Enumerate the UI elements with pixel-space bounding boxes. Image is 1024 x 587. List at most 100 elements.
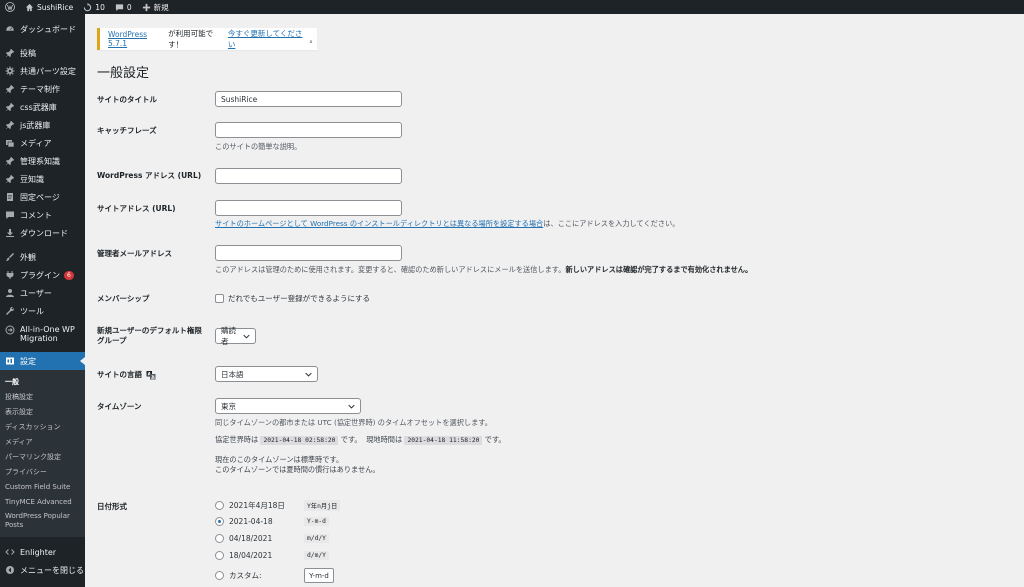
date-format-option[interactable]: 2021年4月18日 Y年n月j日	[215, 500, 341, 511]
date-format-option[interactable]: 2021-04-18 Y-m-d	[215, 517, 329, 526]
translation-icon: Aあ	[146, 370, 156, 380]
tagline-input[interactable]	[215, 122, 402, 138]
tagline-description: このサイトの簡単な説明。	[215, 142, 302, 151]
sidebar-item-label: 共通パーツ設定	[20, 66, 76, 76]
submenu-item-1[interactable]: 投稿設定	[0, 389, 85, 404]
svg-text:あ: あ	[151, 374, 155, 380]
submenu-item-5[interactable]: パーマリンク設定	[0, 449, 85, 464]
submenu-item-9[interactable]: WordPress Popular Posts	[0, 509, 75, 533]
sidebar-item-8[interactable]: 豆知識	[0, 170, 85, 188]
site-title-input[interactable]: SushiRice	[215, 91, 402, 107]
sidebar-item-24[interactable]: All-in-One WP Migration	[0, 320, 85, 348]
date-format-custom-row[interactable]: カスタム: Y-m-d	[215, 568, 334, 583]
sidebar-item-label: All-in-One WP Migration	[20, 325, 75, 343]
language-select[interactable]: 日本語	[215, 366, 318, 382]
updates-link[interactable]: 10	[78, 0, 110, 14]
new-label: 新規	[153, 2, 169, 12]
sidebar-item-label: ユーザー	[20, 288, 52, 298]
sidebar-item-enlighter[interactable]: Enlighter	[0, 543, 85, 561]
submenu-item-6[interactable]: プライバシー	[0, 464, 85, 479]
tagline-label: キャッチフレーズ	[97, 126, 157, 135]
submenu-item-4[interactable]: メディア	[0, 434, 85, 449]
sidebar-item-2[interactable]: 共通パーツ設定	[0, 62, 85, 80]
brush-icon	[5, 252, 15, 262]
timezone-select[interactable]: 東京	[215, 398, 361, 414]
date-format-label: 日付形式	[97, 502, 127, 511]
date-format-radio[interactable]	[215, 517, 224, 526]
sidebar-item-21[interactable]: プラグイン 6	[0, 266, 85, 284]
date-format-option[interactable]: 18/04/2021 d/m/Y	[215, 551, 329, 560]
timezone-std-line2: このタイムゾーンでは夏時間の慣行はありません。	[215, 465, 380, 474]
site-address-input[interactable]	[215, 200, 402, 216]
utc-time: 2021-04-18 02:58:20	[260, 436, 339, 445]
settings-icon	[5, 356, 15, 366]
site-name-link[interactable]: SushiRice	[20, 0, 78, 14]
sidebar-item-label: 固定ページ	[20, 192, 60, 202]
sidebar-item-5[interactable]: js武器庫	[0, 116, 85, 134]
admin-sidebar: ダッシュボード 投稿 共通パーツ設定 テーマ制作 css武器庫 js武器庫 メディア 管理系…	[0, 14, 85, 587]
updates-count: 10	[95, 2, 105, 12]
migration-icon	[5, 325, 15, 335]
membership-checkbox[interactable]	[215, 294, 224, 303]
sidebar-item-4[interactable]: css武器庫	[0, 98, 85, 116]
sidebar-item-label: ツール	[20, 306, 44, 316]
sidebar-item-label: js武器庫	[20, 120, 51, 130]
sidebar-item-9[interactable]: 固定ページ	[0, 188, 85, 206]
home-icon	[25, 3, 34, 11]
pin-icon	[5, 84, 15, 94]
date-format-option[interactable]: 04/18/2021 m/d/Y	[215, 534, 329, 543]
membership-checkbox-row[interactable]: だれでもユーザー登録ができるようにする	[215, 293, 370, 304]
sidebar-item-label: css武器庫	[20, 102, 57, 112]
sidebar-item-11[interactable]: ダウンロード	[0, 224, 85, 242]
submenu-item-7[interactable]: Custom Field Suite	[0, 479, 85, 494]
update-count-badge: 6	[64, 270, 74, 280]
default-role-select[interactable]: 購読者	[215, 326, 256, 346]
admin-email-input[interactable]	[215, 245, 402, 261]
date-format-custom-input[interactable]: Y-m-d	[304, 568, 334, 583]
site-address-help-link[interactable]: サイトのホームページとして WordPress のインストールディレクトリとは異…	[215, 219, 543, 228]
submenu-item-3[interactable]: ディスカッション	[0, 419, 85, 434]
sidebar-item-3[interactable]: テーマ制作	[0, 80, 85, 98]
admin-email-label: 管理者メールアドレス	[97, 249, 172, 258]
update-notice: WordPress 5.7.1 が利用可能です！ 今すぐ更新してください 。	[97, 28, 317, 50]
site-address-label: サイトアドレス (URL)	[97, 204, 176, 213]
sidebar-item-23[interactable]: ツール	[0, 302, 85, 320]
chevron-down-icon	[243, 334, 250, 339]
code-icon	[5, 547, 15, 557]
collapse-menu-button[interactable]: メニューを閉じる	[0, 561, 85, 579]
version-link[interactable]: WordPress 5.7.1	[108, 30, 168, 48]
date-format-radio[interactable]	[215, 534, 224, 543]
date-format-code: m/d/Y	[304, 534, 329, 543]
sidebar-item-label: プラグイン	[20, 270, 60, 280]
wp-address-input[interactable]	[215, 168, 402, 184]
date-format-custom-radio[interactable]	[215, 571, 224, 580]
sidebar-item-20[interactable]: 外観	[0, 248, 85, 266]
date-format-option-label: 18/04/2021	[229, 551, 273, 560]
update-now-link[interactable]: 今すぐ更新してください	[228, 28, 310, 50]
sidebar-item-10[interactable]: コメント	[0, 206, 85, 224]
date-format-radio[interactable]	[215, 501, 224, 510]
gear-icon	[5, 66, 15, 76]
sidebar-item-label: テーマ制作	[20, 84, 60, 94]
chevron-down-icon	[348, 404, 355, 409]
user-icon	[5, 288, 15, 298]
new-content-link[interactable]: 新規	[137, 0, 174, 14]
submenu-item-0[interactable]: 一般	[0, 374, 85, 389]
wordpress-logo-icon[interactable]	[0, 0, 20, 14]
sidebar-item-1[interactable]: 投稿	[0, 44, 85, 62]
sidebar-item-dashboard[interactable]: ダッシュボード	[0, 20, 85, 38]
sidebar-item-7[interactable]: 管理系知識	[0, 152, 85, 170]
updates-icon	[84, 2, 92, 11]
sidebar-item-6[interactable]: メディア	[0, 134, 85, 152]
language-label: サイトの言語 Aあ	[97, 370, 156, 380]
date-format-radio[interactable]	[215, 551, 224, 560]
sidebar-item-settings[interactable]: 設定	[0, 352, 85, 370]
membership-label: メンバーシップ	[97, 294, 150, 303]
sidebar-item-22[interactable]: ユーザー	[0, 284, 85, 302]
pin-icon	[5, 174, 15, 184]
submenu-item-2[interactable]: 表示設定	[0, 404, 85, 419]
comments-link[interactable]: 0	[110, 0, 137, 14]
wrench-icon	[5, 306, 15, 316]
site-name: SushiRice	[37, 2, 74, 12]
submenu-item-8[interactable]: TinyMCE Advanced	[0, 494, 85, 509]
